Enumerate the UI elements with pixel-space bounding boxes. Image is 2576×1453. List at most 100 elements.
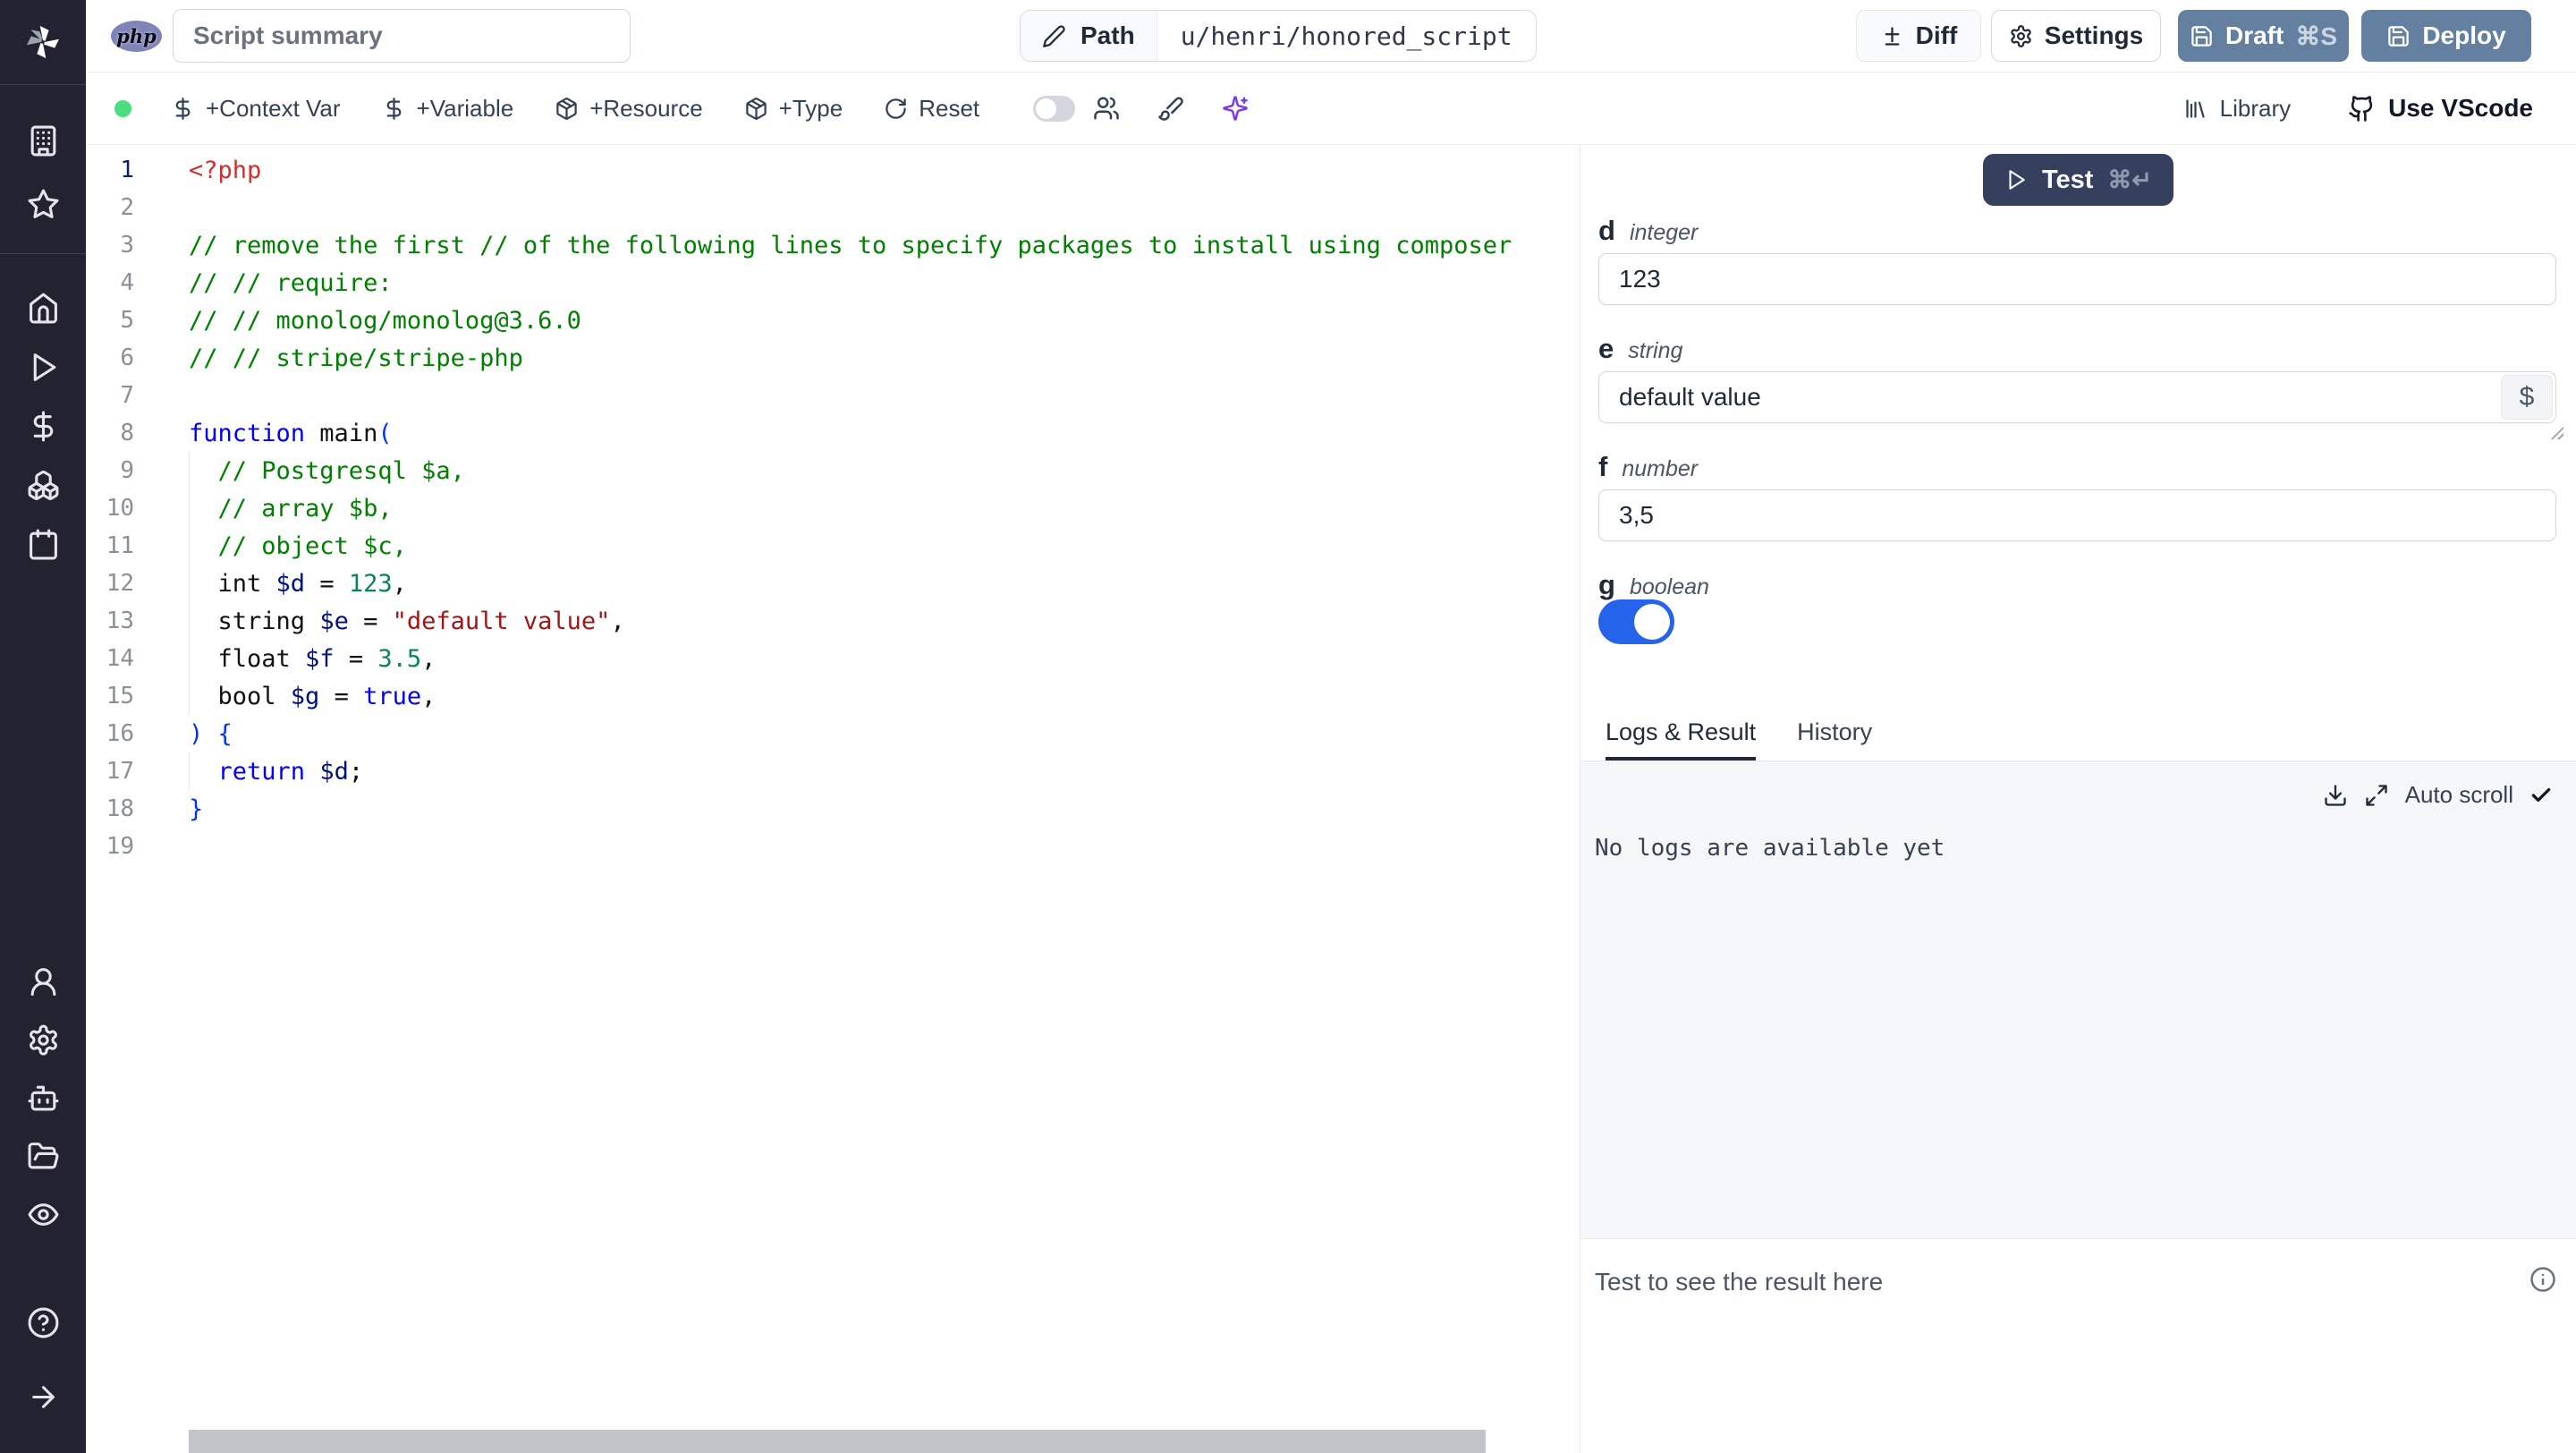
field-e-input[interactable] [1598, 371, 2556, 423]
add-context-var-button[interactable]: +Context Var [171, 95, 341, 123]
code-line[interactable]: 6 // // stripe/stripe-php [86, 339, 1580, 377]
ai-sparkles-icon[interactable] [1222, 95, 1249, 122]
library-label: Library [2219, 94, 2292, 122]
favorites-star-icon[interactable] [27, 188, 60, 221]
toggle-knob [1036, 98, 1057, 119]
code-line[interactable]: 5 // // monolog/monolog@3.6.0 [86, 302, 1580, 339]
save-icon [2386, 24, 2411, 48]
test-shortcut: ⌘↵ [2107, 166, 2153, 193]
add-variable-label: +Variable [416, 94, 514, 122]
collaborators-users-icon[interactable] [1093, 95, 1120, 122]
variables-dollar-icon[interactable] [27, 410, 60, 443]
line-number: 14 [106, 645, 134, 672]
diff-label: Diff [1915, 21, 1958, 49]
field-f-type: number [1622, 456, 1699, 481]
diff-button[interactable]: Diff [1856, 10, 1981, 62]
add-type-button[interactable]: +Type [744, 95, 843, 123]
code-line[interactable]: 1 <?php [86, 151, 1580, 189]
expand-sidebar-arrow-icon[interactable] [27, 1381, 60, 1414]
path-label-section: Path [1021, 11, 1157, 61]
folders-icon[interactable] [27, 1140, 60, 1173]
field-d-input[interactable] [1598, 253, 2556, 305]
code-line[interactable]: 18} [86, 790, 1580, 828]
info-icon[interactable] [2529, 1266, 2556, 1293]
windmill-logo[interactable] [0, 0, 86, 85]
code-line[interactable]: 9 // Postgresql $a, [86, 452, 1580, 489]
add-variable-button[interactable]: +Variable [382, 94, 514, 123]
assistant-toggle[interactable] [1033, 95, 1076, 122]
settings-button[interactable]: Settings [1991, 10, 2161, 62]
runs-play-icon[interactable] [27, 351, 60, 384]
audit-eye-icon[interactable] [27, 1198, 60, 1231]
settings-label: Settings [2044, 21, 2144, 49]
test-button[interactable]: Test ⌘↵ [1983, 154, 2174, 206]
code-line[interactable]: 8 function main( [86, 414, 1580, 452]
code-line[interactable]: 2 [86, 189, 1580, 226]
tab-logs-result[interactable]: Logs & Result [1606, 718, 1757, 760]
home-icon[interactable] [27, 292, 60, 325]
insert-variable-dollar-button[interactable]: $ [2501, 375, 2553, 420]
field-g-toggle[interactable] [1598, 599, 1674, 644]
resize-grip[interactable] [2549, 425, 2563, 439]
run-panel: Test ⌘↵ d integer e string $ f [1580, 145, 2576, 1453]
line-number: 2 [120, 194, 134, 221]
code-line[interactable]: 12 int $d = 123, [86, 565, 1580, 602]
auto-scroll-check-icon[interactable] [2529, 784, 2553, 807]
package-icon [555, 97, 579, 121]
add-resource-button[interactable]: +Resource [555, 94, 703, 123]
library-button[interactable]: Library [2183, 95, 2291, 123]
auto-scroll-label[interactable]: Auto scroll [2405, 781, 2513, 809]
schedules-calendar-icon[interactable] [27, 528, 60, 561]
code-line[interactable]: 17 return $d; [86, 752, 1580, 790]
code-text: function main( [189, 419, 393, 447]
download-logs-icon[interactable] [2323, 783, 2348, 808]
code-line[interactable]: 16) { [86, 715, 1580, 752]
code-text: int $d = 123, [189, 569, 407, 598]
resources-boxes-icon[interactable] [27, 469, 60, 502]
deploy-label: Deploy [2422, 21, 2506, 49]
code-line[interactable]: 11 // object $c, [86, 527, 1580, 565]
line-number: 4 [120, 269, 134, 296]
reset-button[interactable]: Reset [884, 95, 979, 123]
use-vscode-label: Use VScode [2388, 94, 2533, 122]
code-text: ) { [189, 719, 233, 748]
code-line[interactable]: 15 bool $g = true, [86, 677, 1580, 715]
workers-robot-icon[interactable] [27, 1082, 60, 1115]
code-line[interactable]: 19 [86, 828, 1580, 865]
horizontal-scrollbar[interactable] [189, 1430, 1486, 1453]
format-brush-icon[interactable] [1157, 95, 1184, 122]
line-number: 6 [120, 344, 134, 371]
indent-guide [189, 677, 190, 715]
code-line[interactable]: 7 [86, 377, 1580, 414]
field-d-name: d [1598, 215, 1615, 246]
workspace-building-icon[interactable] [27, 124, 60, 157]
code-editor[interactable]: 1 <?php 2 3 // remove the first // of the fo… [86, 145, 1580, 1453]
code-line[interactable]: 3 // remove the first // of the following… [86, 226, 1580, 264]
field-e-wrap: $ [1598, 371, 2563, 439]
tab-history[interactable]: History [1797, 718, 1872, 760]
field-g-name: g [1598, 569, 1615, 600]
deploy-button[interactable]: Deploy [2361, 10, 2531, 62]
line-number: 3 [120, 232, 134, 259]
draft-label: Draft [2224, 21, 2284, 49]
indent-guide [189, 640, 190, 677]
code-line[interactable]: 13 string $e = "default value", [86, 602, 1580, 640]
use-vscode-button[interactable]: Use VScode [2348, 94, 2533, 123]
user-icon[interactable] [27, 965, 60, 998]
field-f-input[interactable] [1598, 489, 2556, 541]
expand-logs-icon[interactable] [2364, 783, 2389, 808]
code-text: // // stripe/stripe-php [189, 344, 523, 372]
code-line[interactable]: 4 // // require: [86, 264, 1580, 302]
line-number: 19 [106, 833, 134, 860]
code-line[interactable]: 10 // array $b, [86, 489, 1580, 527]
help-icon[interactable] [27, 1306, 60, 1339]
save-draft-button[interactable]: Draft ⌘S [2178, 10, 2349, 62]
logs-empty-message: No logs are available yet [1595, 835, 1945, 862]
add-resource-label: +Resource [589, 94, 703, 122]
code-area[interactable]: 1 <?php 2 3 // remove the first // of the fo… [86, 151, 1580, 865]
script-summary-input[interactable] [173, 9, 631, 63]
path-widget[interactable]: Path u/henri/honored_script [1020, 10, 1537, 62]
settings-gear-icon[interactable] [27, 1024, 60, 1057]
indent-guide [189, 452, 190, 489]
code-line[interactable]: 14 float $f = 3.5, [86, 640, 1580, 677]
